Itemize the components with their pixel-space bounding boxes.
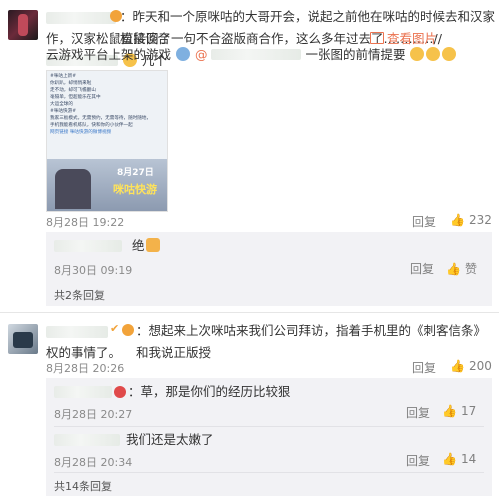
- comment-time: 8月28日 19:22: [46, 216, 125, 229]
- image-icon: [370, 32, 384, 44]
- reply-like-count: 17: [460, 404, 477, 418]
- like-button[interactable]: 👍 200: [450, 359, 492, 373]
- reply-text-content: 绝: [132, 238, 145, 253]
- thumbs-up-icon: 👍: [446, 261, 461, 276]
- more-replies-bar: 共2条回复: [46, 280, 492, 306]
- reply-reply-label: 回复: [410, 262, 435, 276]
- thumbs-up-emoji-icon: [145, 238, 160, 252]
- emoji-icon: [176, 47, 190, 61]
- more-replies-link[interactable]: 共14条回复: [54, 478, 112, 494]
- avatar[interactable]: [8, 324, 38, 354]
- reply-username[interactable]: [54, 240, 122, 252]
- reply-reply-button[interactable]: 回复: [406, 404, 430, 421]
- poster-date: 8月27日: [117, 168, 154, 178]
- reply-like-button[interactable]: 👍 14: [442, 452, 476, 466]
- mention-blur-2[interactable]: [211, 49, 302, 60]
- like-count: 200: [468, 359, 492, 373]
- poster-figure: [55, 169, 91, 209]
- reply-like-button[interactable]: 👍 17: [442, 404, 476, 418]
- reply-time: 8月28日 20:27: [54, 408, 133, 421]
- reply-button[interactable]: 回复: [412, 359, 436, 376]
- reply-text: ：草，那是你们的经历比较狠: [128, 381, 291, 403]
- image-line: #咪咕上新#: [50, 74, 77, 79]
- comment-text-part1: ：想起来上次咪咕来我们公司拜访，指着手机里的《刺客信条》和我说正版授: [136, 323, 487, 360]
- reply-text-content: ：草，那是你们的经历比较狠: [128, 384, 291, 399]
- mention-at[interactable]: @: [195, 47, 208, 62]
- thumbs-up-icon: 👍: [442, 404, 457, 418]
- reply-box: ：草，那是你们的经历比较狠 8月28日 20:27 回复 👍 17 我们还是太嫩…: [46, 378, 492, 496]
- like-count: 232: [468, 213, 492, 227]
- reply-time: 8月28日 20:34: [54, 456, 133, 469]
- reply-reply-label: 回复: [406, 454, 431, 468]
- reply-separator: [54, 472, 484, 473]
- user-badge-icon: [122, 324, 134, 336]
- poster-title: 咪咕快游: [113, 183, 157, 196]
- image-line: 大运全球的: [50, 102, 73, 107]
- image-line: 网页链接 咪咕快游的微博视频: [50, 130, 112, 135]
- comment-text: ：想起来上次咪咕来我们公司拜访，指着手机里的《刺客信条》和我说正版授: [136, 320, 496, 364]
- avatar-figure: [18, 14, 28, 36]
- user-badge-icon: [114, 386, 126, 398]
- image-line: 毫隔单，但超能乐在其中: [50, 95, 101, 100]
- check-badge-icon: ✔: [110, 322, 120, 335]
- more-replies-link[interactable]: 共2条回复: [54, 287, 105, 303]
- image-text-block: #咪咕上新# 你趴趴，却悄悄来啦 走不动，却可飞檐翻山 毫隔单，但超能乐在其中 …: [50, 73, 164, 136]
- reply-like-label: 赞: [464, 262, 477, 276]
- reply-like-button[interactable]: 👍 赞: [446, 260, 477, 277]
- avatar-figure: [13, 332, 33, 348]
- thumbs-up-icon: 👍: [442, 452, 457, 466]
- image-line: 我家三板模式，无需预约，无需等待，随时随地，: [50, 116, 152, 121]
- emoji-icon: [442, 47, 457, 61]
- reply-label: 回复: [412, 215, 437, 229]
- reply-reply-button[interactable]: 回复: [410, 260, 434, 277]
- reply-username[interactable]: [54, 386, 112, 398]
- comment-text-part4: 云游戏平台上架的游戏: [46, 47, 172, 62]
- comment-text-part2: 权的事情了。: [46, 345, 122, 360]
- comment-1: ：昨天和一个原咪咕的大哥开会，说起之前他在咪咕的时候去和汉家松鼠谈合 作，汉家松…: [0, 0, 499, 300]
- comment-time: 8月28日 20:26: [46, 362, 125, 375]
- like-button[interactable]: 👍 232: [450, 213, 492, 227]
- view-image-label: 查看图片: [387, 31, 438, 46]
- reply-reply-button[interactable]: 回复: [406, 452, 430, 469]
- reply-time: 8月30日 09:19: [54, 264, 133, 277]
- image-line: 你趴趴，却悄悄来啦: [50, 81, 92, 86]
- attached-image[interactable]: #咪咕上新# 你趴趴，却悄悄来啦 走不动，却可飞檐翻山 毫隔单，但超能乐在其中 …: [46, 70, 168, 212]
- reply-like-count: 14: [460, 452, 477, 466]
- username[interactable]: [46, 12, 116, 24]
- reply-text-content: 我们还是太嫩了: [126, 432, 214, 447]
- image-poster: 8月27日 咪咕快游: [47, 159, 167, 211]
- image-line: 走不动，却可飞檐翻山: [50, 88, 96, 93]
- view-image-link[interactable]: 查看图片: [370, 28, 437, 50]
- avatar[interactable]: [8, 10, 38, 40]
- username[interactable]: [46, 326, 108, 338]
- image-line: 手机我能看机练队，快和你的小伙伴一起: [50, 123, 133, 128]
- comment-2: ✔ ：想起来上次咪咕来我们公司拜访，指着手机里的《刺客信条》和我说正版授 权的事…: [0, 312, 499, 500]
- thumbs-up-icon: 👍: [450, 213, 465, 227]
- reply-label: 回复: [412, 361, 437, 375]
- thumbs-up-icon: 👍: [450, 359, 465, 373]
- reply-reply-label: 回复: [406, 406, 431, 420]
- reply-separator: [54, 426, 484, 427]
- reply-button[interactable]: 回复: [412, 213, 436, 230]
- reply-text: 绝: [132, 235, 161, 257]
- reply-username[interactable]: [54, 434, 120, 446]
- image-line: #咪咕快游#: [50, 109, 77, 114]
- reply-text: 我们还是太嫩了: [126, 429, 214, 451]
